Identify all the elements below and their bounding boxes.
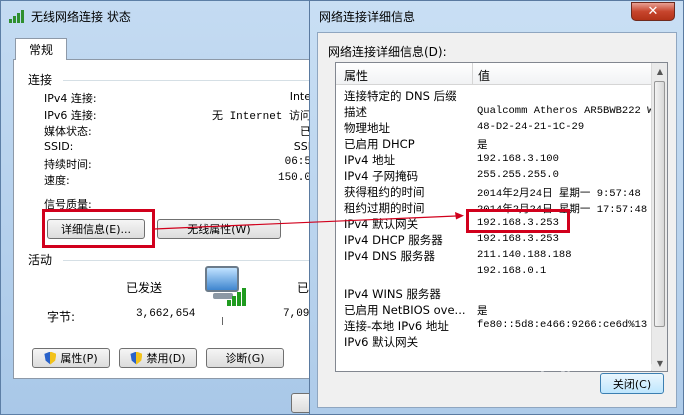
- row-property: IPv4 WINS 服务器: [344, 287, 441, 301]
- row-property: IPv4 默认网关: [344, 217, 419, 231]
- row-property: IPv4 DHCP 服务器: [344, 233, 443, 247]
- column-separator[interactable]: [472, 63, 473, 85]
- row-value: 48-D2-24-21-1C-29: [477, 121, 585, 133]
- listview-header: 属性 值: [336, 63, 652, 85]
- table-row[interactable]: IPv4 地址 192.168.3.100: [336, 151, 652, 167]
- activity-tick: [222, 317, 223, 325]
- table-row[interactable]: 192.168.0.1: [336, 263, 652, 279]
- row-value: 是: [477, 140, 488, 152]
- speed-value: 150.0: [277, 172, 311, 184]
- details-titlebar[interactable]: 网络连接详细信息: [310, 1, 683, 31]
- row-property: IPv4 DNS 服务器: [344, 249, 436, 263]
- row-property: 描述: [344, 105, 367, 119]
- properties-button[interactable]: 属性(P): [32, 348, 110, 368]
- disable-button[interactable]: 禁用(D): [119, 348, 197, 368]
- speed-label: 速度:: [44, 174, 70, 187]
- duration-label: 持续时间:: [44, 158, 92, 171]
- table-row[interactable]: 已启用 NetBIOS ove... 是: [336, 301, 652, 318]
- bytes-label: 字节:: [47, 310, 76, 324]
- properties-button-label: 属性(P): [60, 352, 98, 365]
- row-value: 192.168.0.1: [477, 265, 547, 277]
- diagnose-button[interactable]: 诊断(G): [206, 348, 284, 368]
- table-row[interactable]: IPv4 子网掩码 255.255.255.0: [336, 167, 652, 183]
- details-button-highlight: [42, 209, 155, 248]
- row-value: 192.168.3.100: [477, 153, 559, 165]
- row-property: 已启用 NetBIOS ove...: [344, 303, 466, 317]
- details-caption: 网络连接详细信息(D):: [328, 45, 447, 59]
- bytes-sent-value: 3,662,654: [136, 308, 196, 320]
- close-dialog-button[interactable]: 关闭(C): [600, 373, 664, 394]
- table-row[interactable]: 描述 Qualcomm Atheros AR5BWB222 Wir: [336, 103, 666, 119]
- status-titlebar[interactable]: 无线网络连接 状态: [1, 1, 329, 31]
- disable-button-label: 禁用(D): [146, 352, 186, 365]
- received-label: 已: [297, 281, 310, 295]
- row-value: 是: [477, 306, 488, 318]
- column-header-value[interactable]: 值: [478, 67, 490, 84]
- row-value: 192.168.3.253: [477, 233, 559, 245]
- gateway-value-highlight: [466, 209, 570, 233]
- uac-shield-icon: [44, 351, 57, 365]
- row-property: IPv4 子网掩码: [344, 169, 419, 183]
- scroll-up-icon[interactable]: ▲: [652, 63, 667, 79]
- activity-heading: 活动: [28, 253, 53, 267]
- sent-label: 已发送: [126, 281, 163, 295]
- row-property: 租约过期的时间: [344, 201, 425, 215]
- duration-value: 06:5: [284, 156, 311, 168]
- close-icon: ✕: [647, 4, 659, 19]
- ipv4-connectivity-label: IPv4 连接:: [44, 92, 97, 105]
- table-row[interactable]: 物理地址 48-D2-24-21-1C-29: [336, 119, 652, 135]
- table-row[interactable]: IPv4 DNS 服务器 211.140.188.188: [336, 247, 652, 263]
- table-row[interactable]: 连接特定的 DNS 后缀: [336, 87, 652, 103]
- scrollbar-thumb[interactable]: [654, 81, 665, 327]
- row-property: 获得租约的时间: [344, 185, 425, 199]
- row-value: 255.255.255.0: [477, 169, 559, 181]
- row-value: 211.140.188.188: [477, 249, 572, 261]
- table-row[interactable]: 获得租约的时间 2014年2月24日 星期一 9:57:48: [336, 183, 652, 200]
- table-row[interactable]: IPv4 DHCP 服务器 192.168.3.253: [336, 231, 652, 247]
- status-window: 无线网络连接 状态 常规 连接 IPv4 连接: Inte IPv6 连接: 无…: [0, 0, 331, 415]
- media-state-label: 媒体状态:: [44, 125, 92, 138]
- vertical-scrollbar[interactable]: ▲ ▼: [651, 63, 667, 371]
- baidu-watermark: Bai 经验: [476, 326, 606, 361]
- activity-divider: [63, 260, 323, 261]
- row-value: 2014年2月24日 星期一 9:57:48: [477, 188, 641, 200]
- row-property: 已启用 DHCP: [344, 137, 415, 151]
- scroll-down-icon[interactable]: ▼: [652, 355, 667, 371]
- details-window-title: 网络连接详细信息: [319, 9, 416, 24]
- row-property: 连接-本地 IPv6 地址: [344, 319, 449, 333]
- window-close-button[interactable]: ✕: [631, 2, 675, 21]
- table-row[interactable]: 已启用 DHCP 是: [336, 135, 652, 152]
- connection-divider: [63, 80, 323, 81]
- wireless-signal-icon: [9, 9, 25, 23]
- status-window-title: 无线网络连接 状态: [31, 9, 131, 24]
- row-property: IPv4 地址: [344, 153, 396, 167]
- wireless-properties-button[interactable]: 无线属性(W): [157, 219, 281, 239]
- row-value: Qualcomm Atheros AR5BWB222 Wir: [477, 105, 667, 117]
- ssid-label: SSID:: [44, 140, 74, 153]
- row-property: IPv6 默认网关: [344, 335, 419, 349]
- column-header-property[interactable]: 属性: [344, 67, 368, 84]
- network-activity-icon: [201, 264, 257, 314]
- row-property: 物理地址: [344, 121, 390, 135]
- ipv6-connectivity-value: 无 Internet 访问: [211, 111, 311, 123]
- ipv4-connectivity-value: Inte: [289, 90, 311, 103]
- baidu-watermark-url: jingyan.baidu.com: [540, 360, 653, 373]
- tab-general[interactable]: 常规: [15, 38, 67, 60]
- row-property: 连接特定的 DNS 后缀: [344, 89, 457, 103]
- connection-heading: 连接: [28, 73, 53, 87]
- table-row[interactable]: IPv4 WINS 服务器: [336, 285, 652, 301]
- ipv6-connectivity-label: IPv6 连接:: [44, 109, 97, 122]
- uac-shield-icon: [130, 351, 143, 365]
